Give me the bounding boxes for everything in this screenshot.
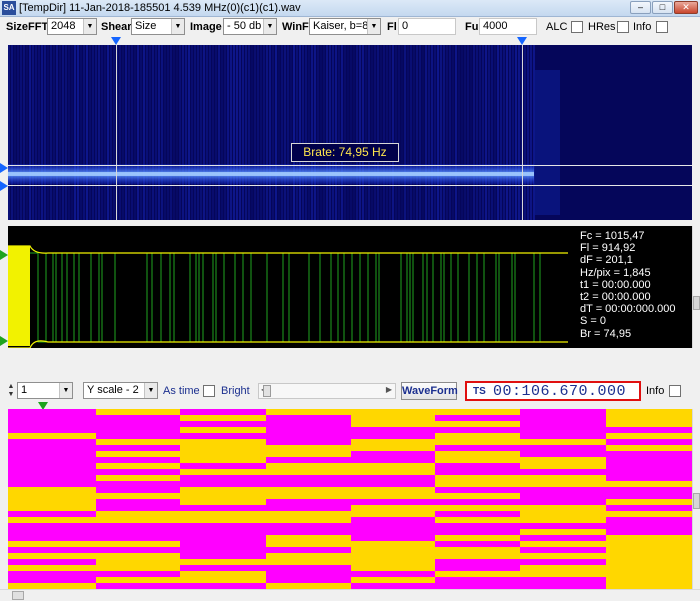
waveform-button[interactable]: WaveForm [401, 382, 458, 400]
chevron-down-icon: ▼ [171, 19, 184, 34]
bit-stream-image [8, 409, 692, 589]
shear-value: Size [135, 20, 157, 32]
channel-select[interactable]: 1 ▼ [17, 382, 73, 399]
wave-bottom-marker[interactable] [0, 336, 8, 346]
chevron-down-icon: ▼ [59, 383, 72, 398]
t2-value: t2 = 00:00.000 [580, 291, 651, 304]
spin-arrows-icon[interactable]: ▲ ▼ [6, 383, 16, 399]
spectrogram-image [8, 45, 692, 220]
winf-label: WinF [282, 21, 309, 33]
yscale-value: Y scale - 2 [87, 384, 139, 396]
cursor-line-right[interactable] [522, 45, 523, 220]
lower-freq-marker[interactable] [0, 181, 8, 191]
alc-label: ALC [546, 21, 568, 33]
timestamp-display: TS 00:106.670.000 [465, 381, 641, 401]
left-cursor-marker[interactable] [111, 37, 121, 45]
bits-scrollbar[interactable] [692, 409, 700, 589]
toolbar: SizeFFT 2048 ▼ Shear Size ▼ Image - 50 d… [0, 17, 700, 37]
hres-label: HRes [588, 21, 616, 33]
astime-label: As time [163, 385, 200, 397]
upper-freq-marker[interactable] [0, 163, 8, 173]
yscale-select[interactable]: Y scale - 2 ▼ [83, 382, 158, 399]
brate-label: Brate: 74,95 Hz [291, 143, 399, 162]
sizefft-label: SizeFFT [6, 21, 49, 33]
bright-label: Bright [221, 385, 250, 397]
maximize-button[interactable]: □ [652, 1, 673, 14]
fc-value: Fc = 1015,47 [580, 230, 645, 242]
right-cursor-marker[interactable] [517, 37, 527, 45]
info-checkbox-top[interactable] [656, 21, 668, 33]
shear-label: Shear [101, 21, 132, 33]
winf-select[interactable]: Kaiser, b=8 ▼ [309, 18, 381, 35]
freq-line-lower[interactable] [8, 185, 692, 186]
slider-thumb[interactable] [263, 385, 271, 397]
s-value: S = 0 [580, 315, 606, 328]
info-checkbox-bottom[interactable] [669, 385, 681, 397]
spectrogram-panel[interactable] [8, 45, 692, 220]
channel-value: 1 [21, 384, 28, 396]
image-label: Image [190, 21, 222, 33]
wave-top-marker[interactable] [0, 250, 8, 260]
ts-label: TS [473, 386, 486, 397]
shear-select[interactable]: Size ▼ [131, 18, 185, 35]
image-value: - 50 db [227, 20, 262, 32]
dt-value: dT = 00:00:000.000 [580, 303, 676, 316]
br-value: Br = 74,95 [580, 327, 632, 340]
bottom-scrollbar[interactable] [0, 589, 700, 601]
cursor-line-left[interactable] [116, 45, 117, 220]
chevron-down-icon: ▼ [83, 19, 96, 34]
sizefft-value: 2048 [51, 20, 76, 32]
df-value: dF = 201,1 [580, 254, 633, 267]
fu-label: Fu [465, 21, 479, 33]
alc-checkbox[interactable] [571, 21, 583, 33]
bright-slider[interactable]: ◀ ▶ [258, 383, 396, 399]
t1-value: t1 = 00:00.000 [580, 278, 651, 291]
title-bar: SA [TempDir] 11-Jan-2018-185501 4.539 MH… [0, 0, 700, 17]
chevron-down-icon: ▼ [144, 383, 157, 398]
scroll-right-icon[interactable]: ▶ [386, 385, 392, 394]
image-select[interactable]: - 50 db ▼ [223, 18, 277, 35]
astime-checkbox[interactable] [203, 385, 215, 397]
info-label-top: Info [633, 21, 652, 33]
freq-line-upper[interactable] [8, 165, 692, 166]
fl-label: Fl [387, 21, 397, 33]
fl-input[interactable]: 0 [398, 18, 456, 35]
measurement-readout: Fc = 1015,47 Fl = 914,92 dF = 201,1 Hz/p… [580, 230, 676, 340]
minimize-button[interactable]: – [630, 1, 651, 14]
chevron-down-icon: ▼ [263, 19, 276, 34]
chevron-down-icon: ▼ [367, 19, 380, 34]
bit-stream-panel[interactable] [8, 409, 692, 589]
info-label-bottom: Info [646, 385, 665, 397]
window-title: [TempDir] 11-Jan-2018-185501 4.539 MHz(0… [19, 2, 301, 14]
app-icon: SA [2, 1, 16, 15]
hres-checkbox[interactable] [617, 21, 629, 33]
hz-per-pixel-value: Hz/pix = 1,845 [580, 266, 651, 279]
fu-input[interactable]: 4000 [479, 18, 537, 35]
waveform-scrollbar[interactable] [692, 226, 700, 348]
fl-value: Fl = 914,92 [580, 242, 636, 255]
sizefft-select[interactable]: 2048 ▼ [47, 18, 97, 35]
winf-value: Kaiser, b=8 [313, 20, 369, 32]
close-button[interactable]: ✕ [674, 1, 698, 14]
ts-value: 00:106.670.000 [493, 383, 627, 400]
